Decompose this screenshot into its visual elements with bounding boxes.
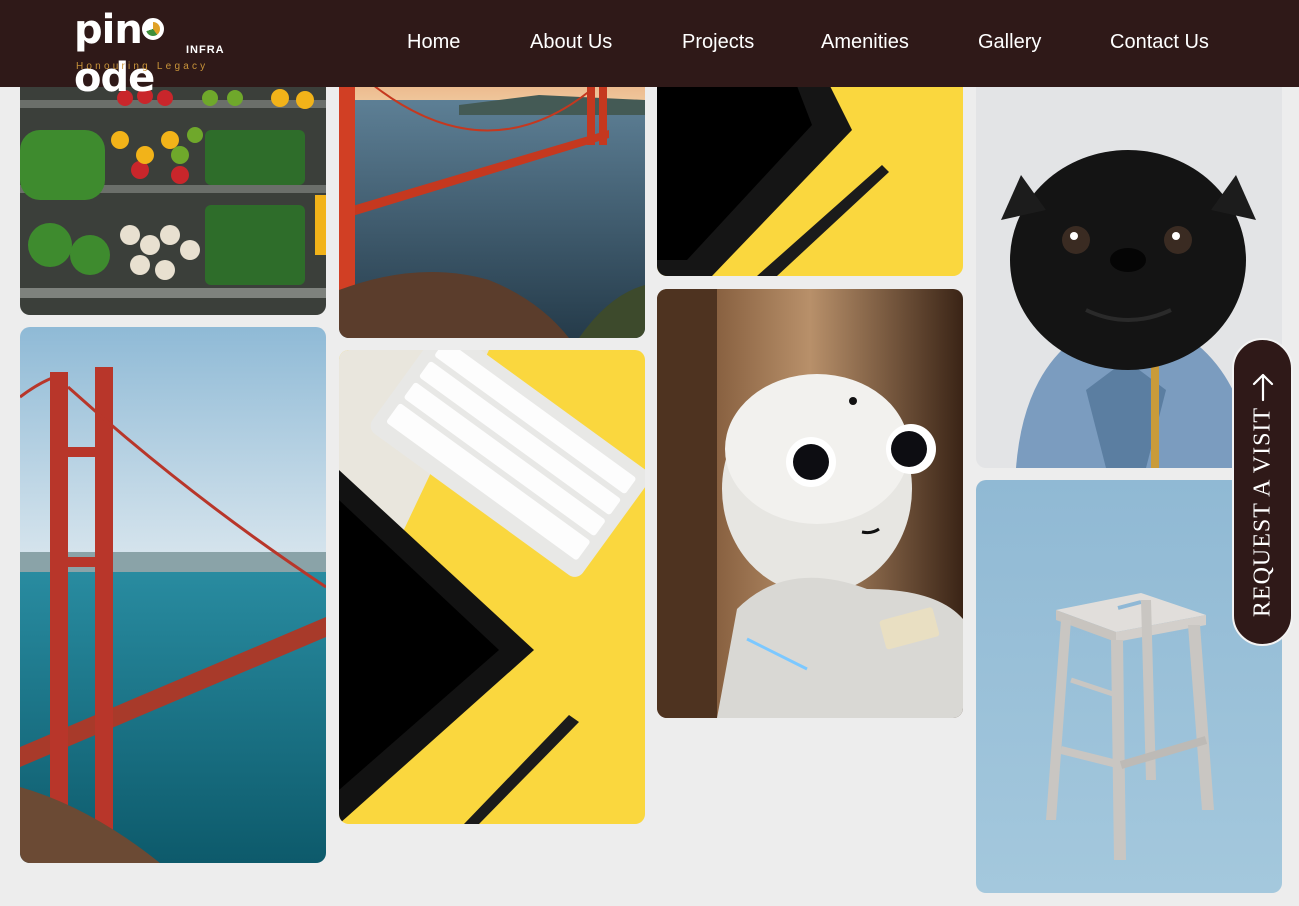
arrow-up-icon: [1252, 373, 1274, 402]
gallery-image-robot[interactable]: [657, 289, 963, 718]
gallery-image-golden-gate-sunset[interactable]: [339, 60, 645, 338]
nav-home[interactable]: Home: [407, 31, 460, 54]
logo-subtitle: INFRA: [186, 44, 225, 56]
request-a-visit-button[interactable]: REQUEST A VISIT: [1232, 338, 1293, 646]
gallery-image-keyboard-tablet[interactable]: [339, 350, 645, 824]
nav-projects[interactable]: Projects: [682, 31, 754, 54]
nav-gallery[interactable]: Gallery: [978, 31, 1041, 54]
brand-logo[interactable]: pinode INFRA Honouring Legacy: [74, 7, 234, 101]
nav-amenities[interactable]: Amenities: [821, 31, 909, 54]
nav-about-us[interactable]: About Us: [530, 31, 612, 54]
gallery-image-golden-gate-day[interactable]: [20, 327, 326, 863]
logo-pin-icon: [141, 18, 164, 40]
site-header: pinode INFRA Honouring Legacy Home About…: [0, 0, 1299, 101]
nav-contact-us[interactable]: Contact Us: [1110, 31, 1209, 54]
logo-tagline: Honouring Legacy: [76, 61, 209, 72]
gallery-image-tablet[interactable]: [657, 60, 963, 276]
request-a-visit-label: REQUEST A VISIT: [1249, 406, 1275, 618]
